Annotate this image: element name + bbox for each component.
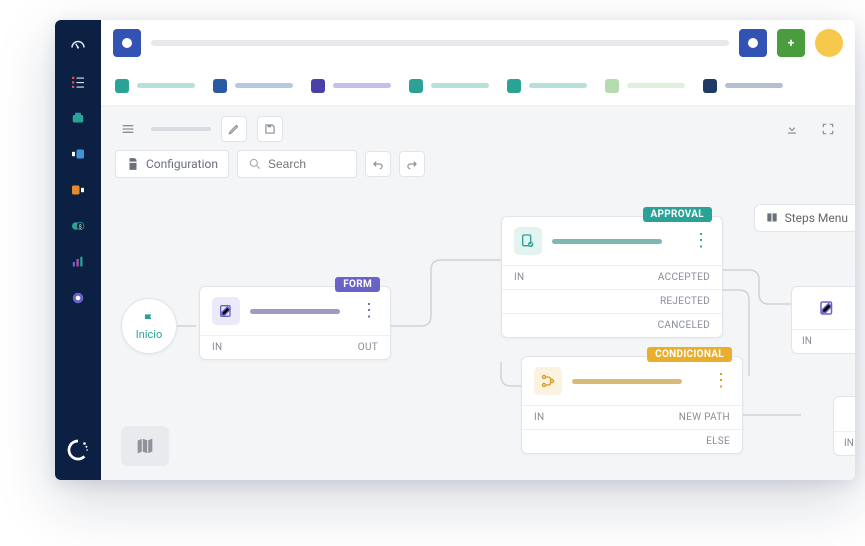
tab-6[interactable] bbox=[605, 79, 685, 93]
steps-menu-panel[interactable]: Steps Menu bbox=[754, 204, 855, 232]
stub-form-node[interactable]: IN bbox=[791, 286, 855, 354]
stub2-in: IN bbox=[834, 431, 855, 455]
main-column: + bbox=[101, 20, 855, 480]
topbar-title-placeholder bbox=[151, 40, 729, 46]
download-button[interactable] bbox=[779, 116, 805, 142]
approval-row-2: REJECTED bbox=[502, 289, 722, 313]
workflow-canvas[interactable]: Configuration bbox=[101, 106, 855, 480]
branch-icon bbox=[534, 367, 562, 395]
tab-3[interactable] bbox=[311, 79, 391, 93]
approval-row-3: CANCELED bbox=[502, 313, 722, 337]
sub-toolbar: Configuration bbox=[113, 148, 843, 188]
form-ports: INOUT bbox=[200, 335, 390, 359]
undo-button[interactable] bbox=[365, 151, 391, 177]
start-label: Inicio bbox=[136, 328, 162, 341]
save-button[interactable] bbox=[257, 116, 283, 142]
svg-text:$: $ bbox=[79, 223, 82, 230]
form-tag: FORM bbox=[335, 277, 380, 292]
breadcrumb-skeleton bbox=[151, 127, 211, 131]
topbar-add-button[interactable]: + bbox=[777, 29, 805, 57]
topbar-action-button[interactable] bbox=[739, 29, 767, 57]
rail-tasks[interactable] bbox=[55, 64, 101, 100]
user-avatar[interactable] bbox=[815, 29, 843, 57]
topbar: + bbox=[101, 20, 855, 66]
approval-tag: APPROVAL bbox=[643, 207, 713, 222]
approval-title-skel bbox=[552, 239, 662, 244]
approval-icon bbox=[514, 227, 542, 255]
rail-apps[interactable] bbox=[55, 280, 101, 316]
form-icon bbox=[212, 297, 240, 325]
canvas-toolbar bbox=[113, 118, 843, 148]
minimap-button[interactable] bbox=[121, 426, 169, 466]
rail-dashboard[interactable] bbox=[55, 28, 101, 64]
rail-pipeline-b[interactable] bbox=[55, 172, 101, 208]
approval-row-1: INACCEPTED bbox=[502, 265, 722, 289]
conditional-row-2: ELSE bbox=[522, 429, 742, 453]
rail-logo bbox=[65, 437, 91, 466]
tab-4[interactable] bbox=[409, 79, 489, 93]
flag-icon bbox=[141, 312, 157, 326]
conditional-title-skel bbox=[572, 379, 682, 384]
approval-node[interactable]: APPROVAL ⋮ INACCEPTED REJECTED CANCELED bbox=[501, 216, 723, 338]
conditional-row-1: INNEW PATH bbox=[522, 405, 742, 429]
rail-inbox[interactable] bbox=[55, 100, 101, 136]
topbar-home-button[interactable] bbox=[113, 29, 141, 57]
rail-finance[interactable]: $ bbox=[55, 208, 101, 244]
hamburger-icon[interactable] bbox=[115, 116, 141, 142]
search-input[interactable] bbox=[237, 150, 357, 178]
tab-7[interactable] bbox=[703, 79, 783, 93]
search-field[interactable] bbox=[268, 157, 338, 171]
sidebar-rail: $ bbox=[55, 20, 101, 480]
edit-button[interactable] bbox=[221, 116, 247, 142]
conditional-node[interactable]: CONDICIONAL ⋮ INNEW PATH ELSE bbox=[521, 356, 743, 454]
conditional-tag: CONDICIONAL bbox=[647, 347, 732, 362]
search-icon bbox=[248, 157, 262, 171]
redo-button[interactable] bbox=[399, 151, 425, 177]
tab-2[interactable] bbox=[213, 79, 293, 93]
stub-form-in: IN bbox=[792, 329, 855, 353]
rail-analytics[interactable] bbox=[55, 244, 101, 280]
tab-1[interactable] bbox=[115, 79, 195, 93]
form-icon bbox=[818, 299, 836, 317]
tabs-row bbox=[101, 66, 855, 106]
rail-pipeline-a[interactable] bbox=[55, 136, 101, 172]
configuration-button[interactable]: Configuration bbox=[115, 150, 229, 178]
stub-node-2[interactable]: IN bbox=[833, 396, 855, 456]
steps-menu-label: Steps Menu bbox=[785, 211, 848, 225]
fullscreen-button[interactable] bbox=[815, 116, 841, 142]
tab-5[interactable] bbox=[507, 79, 587, 93]
form-title-skel bbox=[250, 309, 340, 314]
form-node[interactable]: FORM ⋮ INOUT bbox=[199, 286, 391, 360]
book-icon bbox=[765, 211, 779, 225]
app-window: $ + bbox=[55, 20, 855, 480]
map-icon bbox=[134, 435, 156, 457]
start-node[interactable]: Inicio bbox=[121, 298, 177, 354]
